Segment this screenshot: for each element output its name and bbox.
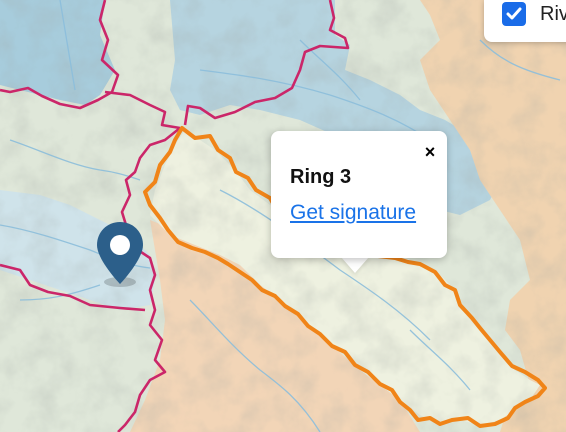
marker-pin-center [110, 235, 130, 255]
layer-control: Riv [484, 0, 566, 42]
map-marker-icon[interactable] [94, 220, 146, 290]
get-signature-link[interactable]: Get signature [290, 201, 416, 225]
checkbox-icon[interactable] [502, 2, 526, 26]
feature-popup: × Ring 3 Get signature [271, 131, 447, 258]
close-icon[interactable]: × [421, 142, 439, 162]
layer-label-rivers: Riv [540, 3, 566, 25]
popup-title: Ring 3 [290, 166, 352, 188]
popup-tip [341, 257, 369, 273]
